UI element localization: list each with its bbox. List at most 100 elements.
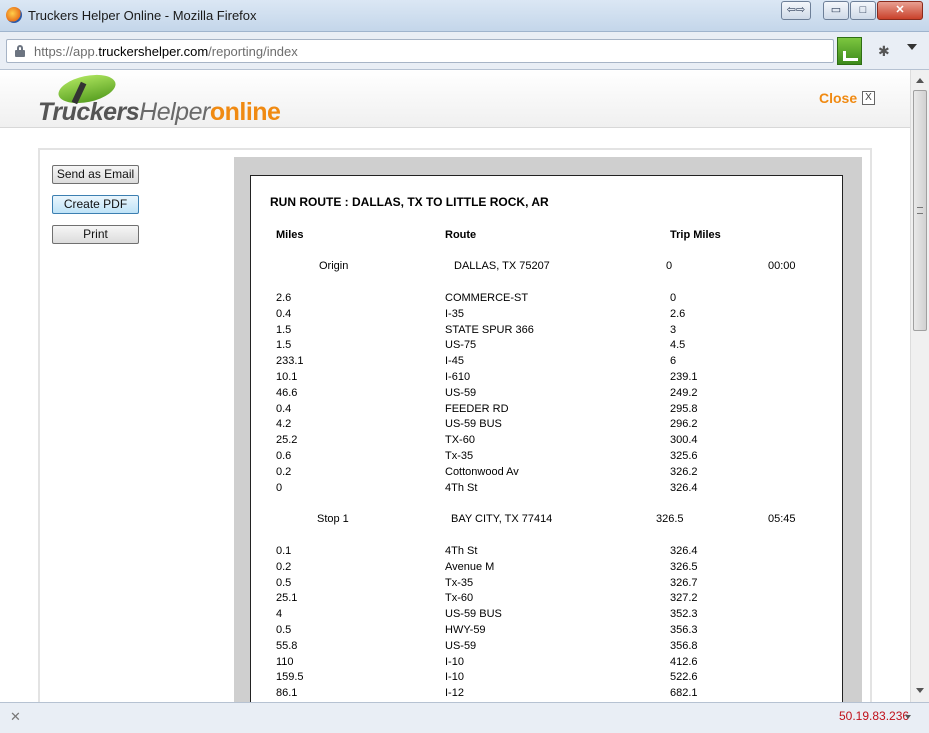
segment-route: US-59 BUS <box>445 418 502 431</box>
segment-trip-miles: 326.4 <box>670 481 698 494</box>
segment-route: I-45 <box>445 355 464 368</box>
create-pdf-button[interactable]: Create PDF <box>52 195 139 214</box>
segment-route: Tx-35 <box>445 576 474 589</box>
segment-trip-miles: 239.1 <box>670 371 698 383</box>
stop-time: 00:00 <box>768 260 796 272</box>
status-ip-address: 50.19.83.236 <box>839 709 910 723</box>
minimize-button[interactable]: ▭ <box>823 1 849 20</box>
segment-trip-miles: 356.3 <box>670 624 698 636</box>
segment-miles: 55.8 <box>276 639 298 652</box>
segment-miles: 2.6 <box>276 292 292 304</box>
stop-location: DALLAS, TX 75207 <box>454 260 550 272</box>
report-page: RUN ROUTE : DALLAS, TX TO LITTLE ROCK, A… <box>250 175 843 702</box>
segment-trip-miles: 249.2 <box>670 386 698 399</box>
column-header-trip-miles: Trip Miles <box>670 229 721 241</box>
segment-trip-miles: 326.7 <box>670 576 698 589</box>
segment-miles: 4.2 <box>276 418 292 431</box>
segment-miles: 25.1 <box>276 592 298 605</box>
lock-icon <box>15 45 25 57</box>
segment-route: Cottonwood Av <box>445 465 519 478</box>
segment-miles: 10.1 <box>276 371 298 383</box>
segment-trip-miles: 682.1 <box>670 687 698 700</box>
segment-miles: 110 <box>276 655 294 668</box>
segment-route: STATE SPUR 366 <box>445 323 534 336</box>
segment-route: COMMERCE-ST <box>445 292 529 304</box>
segment-trip-miles: 326.2 <box>670 465 698 478</box>
segment-trip-miles: 352.3 <box>670 608 698 621</box>
logo-text: TruckersHelperonline <box>38 98 281 126</box>
stop-label: Stop 1 <box>317 513 349 525</box>
segment-route: I-10 <box>445 671 464 684</box>
segment-trip-miles: 327.2 <box>670 592 698 605</box>
segment-miles: 0.1 <box>276 545 292 557</box>
segment-miles: 0.2 <box>276 560 292 573</box>
stop-location: BAY CITY, TX 77414 <box>451 513 553 525</box>
segment-trip-miles: 356.8 <box>670 639 698 652</box>
report-dialog: Send as Email Create PDF Print RUN ROUTE… <box>38 148 872 702</box>
page-content: TruckersHelperonline Close X Send as Ema… <box>0 70 910 702</box>
vertical-scrollbar[interactable] <box>910 70 929 702</box>
segment-trip-miles: 325.6 <box>670 450 698 462</box>
segment-miles: 46.6 <box>276 386 298 399</box>
segment-route: 4Th St <box>445 545 478 557</box>
status-bar: ✕ 50.19.83.236 <box>0 702 929 733</box>
segment-route: TX-60 <box>445 434 475 447</box>
segment-route: I-610 <box>445 371 471 383</box>
url-text: https://app.truckershelper.com/reporting… <box>34 44 298 59</box>
report-title: RUN ROUTE : DALLAS, TX TO LITTLE ROCK, A… <box>270 195 549 209</box>
segment-route: US-59 BUS <box>445 608 502 621</box>
scroll-grip-icon <box>917 207 923 214</box>
stop-trip-miles: 326.5 <box>656 513 684 525</box>
scroll-down-icon[interactable] <box>916 688 924 693</box>
print-button[interactable]: Print <box>52 225 139 244</box>
restore-down-button[interactable]: ⇦⇨ <box>781 1 811 20</box>
menu-dropdown-icon[interactable] <box>907 44 917 50</box>
close-x-icon[interactable]: X <box>862 91 875 105</box>
segment-miles: 233.1 <box>276 355 304 368</box>
segment-miles: 1.5 <box>276 339 292 352</box>
segment-route: US-59 <box>445 639 477 652</box>
segment-route: 4Th St <box>445 481 478 494</box>
segment-trip-miles: 4.5 <box>670 339 686 352</box>
segment-miles: 0.2 <box>276 465 292 478</box>
segment-route: I-35 <box>445 307 464 320</box>
segment-route: FEEDER RD <box>445 402 509 415</box>
navigation-bar: https://app.truckershelper.com/reporting… <box>0 32 929 70</box>
segment-trip-miles: 3 <box>670 323 677 336</box>
stop-label: Origin <box>319 260 349 272</box>
status-dropdown-icon[interactable] <box>905 715 911 719</box>
segment-trip-miles: 326.4 <box>670 545 698 557</box>
send-as-email-button[interactable]: Send as Email <box>52 165 139 184</box>
scroll-up-icon[interactable] <box>916 78 924 83</box>
segment-miles: 0.6 <box>276 450 292 462</box>
segment-miles: 0.5 <box>276 576 292 589</box>
segment-trip-miles: 326.5 <box>670 560 698 573</box>
truckers-helper-logo: TruckersHelperonline <box>38 70 298 126</box>
close-link[interactable]: Close <box>819 90 857 106</box>
segment-miles: 4 <box>276 608 283 621</box>
segment-route: Tx-60 <box>445 592 474 605</box>
status-close-icon[interactable]: ✕ <box>10 709 21 725</box>
scroll-thumb[interactable] <box>913 90 927 331</box>
segment-trip-miles: 522.6 <box>670 671 698 684</box>
segment-route: US-59 <box>445 386 477 399</box>
segment-trip-miles: 0 <box>670 292 677 304</box>
stop-trip-miles: 0 <box>666 260 673 272</box>
segment-route: US-75 <box>445 339 477 352</box>
segment-miles: 159.5 <box>276 671 304 684</box>
segment-trip-miles: 2.6 <box>670 307 686 320</box>
segment-trip-miles: 295.8 <box>670 402 698 415</box>
segment-miles: 0 <box>276 481 283 494</box>
segment-route: I-10 <box>445 655 464 668</box>
segment-trip-miles: 300.4 <box>670 434 698 447</box>
segment-miles: 0.4 <box>276 402 292 415</box>
go-arrow-icon[interactable] <box>837 37 862 65</box>
maximize-button[interactable]: □ <box>850 1 876 20</box>
url-field[interactable]: https://app.truckershelper.com/reporting… <box>6 39 834 63</box>
segment-trip-miles: 6 <box>670 355 677 368</box>
column-header-route: Route <box>445 229 477 241</box>
segment-trip-miles: 412.6 <box>670 655 698 668</box>
segment-miles: 25.2 <box>276 434 298 447</box>
close-window-button[interactable]: ✕ <box>877 1 923 20</box>
addon-icon[interactable]: ✱ <box>878 43 890 60</box>
